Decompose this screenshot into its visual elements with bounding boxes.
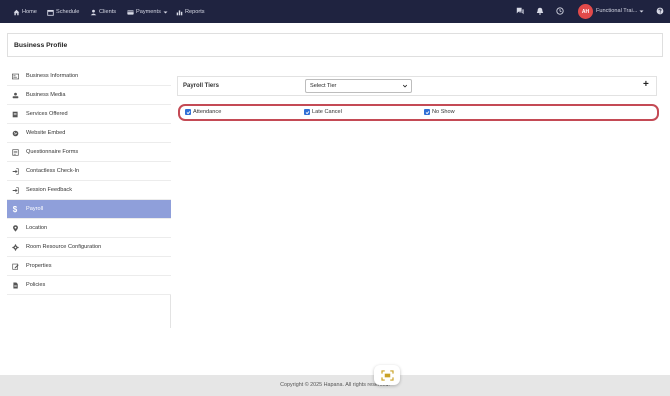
late-cancel-label: Late Cancel	[312, 109, 342, 115]
sidebar-item-services-offered[interactable]: Services Offered	[7, 105, 171, 124]
sidebar-item-label: Payroll	[26, 206, 44, 212]
sidebar-item-contactless-check-in[interactable]: Contactless Check-In	[7, 162, 171, 181]
tier-select-value: Select Tier	[310, 83, 337, 89]
bell-icon	[536, 7, 544, 15]
top-nav: Home Schedule Clients Payments Reports A…	[0, 0, 670, 23]
gear-icon	[11, 243, 19, 251]
sidebar-item-label: Location	[26, 225, 48, 231]
page-header: Business Profile	[7, 33, 663, 57]
credit-card-icon	[127, 9, 134, 15]
no-show-checkbox[interactable]: No Show	[424, 109, 455, 115]
sidebar-item-label: Business Information	[26, 73, 79, 79]
form-icon	[11, 148, 19, 156]
avatar[interactable]: AH	[578, 4, 593, 19]
attendance-checkbox[interactable]: Attendance	[185, 109, 221, 115]
nav-schedule[interactable]: Schedule	[47, 7, 79, 17]
no-show-label: No Show	[432, 109, 455, 115]
dollar-icon: $	[12, 204, 18, 214]
attendance-label: Attendance	[193, 109, 222, 115]
bar-chart-icon	[176, 9, 183, 15]
media-icon	[11, 91, 19, 99]
nav-schedule-label: Schedule	[56, 9, 80, 15]
checkbox-checked-icon	[424, 109, 430, 115]
calendar-icon	[47, 9, 54, 16]
sidebar-item-session-feedback[interactable]: Session Feedback	[7, 181, 171, 200]
checkbox-checked-icon	[304, 109, 310, 115]
nav-home-label: Home	[22, 9, 37, 15]
home-icon	[13, 9, 20, 15]
chat-button[interactable]	[515, 6, 525, 16]
floating-action-button[interactable]	[374, 365, 400, 385]
nav-clients-label: Clients	[99, 9, 117, 15]
nav-payments[interactable]: Payments	[127, 7, 168, 17]
edit-icon	[11, 262, 19, 270]
nav-payments-label: Payments	[136, 9, 161, 15]
notifications-button[interactable]	[535, 6, 545, 16]
user-name: Functional Trai...	[596, 8, 638, 14]
sidebar-item-room-resource-configuration[interactable]: Room Resource Configuration	[7, 238, 171, 257]
payroll-tiers-panel: Payroll Tiers Select Tier +	[177, 76, 657, 96]
copyright-text: Copyright © 2025 Hapana. All rights rese…	[280, 382, 390, 388]
list-icon	[11, 110, 19, 118]
globe-icon	[11, 129, 19, 137]
sidebar-item-label: Properties	[26, 263, 52, 269]
sidebar-item-location[interactable]: Location	[7, 219, 171, 238]
footer: Copyright © 2025 Hapana. All rights rese…	[0, 375, 670, 396]
settings-sidebar: Business Information Business Media Serv…	[7, 67, 171, 328]
nav-clients[interactable]: Clients	[90, 7, 116, 17]
payroll-tiers-label: Payroll Tiers	[183, 83, 219, 89]
chevron-down-icon	[163, 11, 168, 13]
sidebar-item-label: Questionnaire Forms	[26, 149, 79, 155]
nav-home[interactable]: Home	[13, 7, 37, 17]
chevron-down-icon	[402, 84, 408, 88]
sidebar-item-questionnaire-forms[interactable]: Questionnaire Forms	[7, 143, 171, 162]
sidebar-item-label: Business Media	[26, 92, 66, 98]
sidebar-item-label: Room Resource Configuration	[26, 244, 102, 250]
sidebar-item-label: Services Offered	[26, 111, 68, 117]
tier-select[interactable]: Select Tier	[305, 79, 412, 93]
sidebar-item-label: Session Feedback	[26, 187, 73, 193]
sidebar-item-label: Policies	[26, 282, 46, 288]
late-cancel-checkbox[interactable]: Late Cancel	[304, 109, 342, 115]
id-card-icon	[11, 72, 19, 80]
scan-icon	[380, 369, 394, 381]
sign-in-icon	[11, 167, 19, 175]
user-icon	[90, 9, 97, 15]
sidebar-item-policies[interactable]: Policies	[7, 276, 171, 295]
chat-icon	[516, 7, 524, 15]
sidebar-item-payroll[interactable]: $ Payroll	[7, 200, 171, 219]
nav-reports-label: Reports	[185, 9, 205, 15]
checkbox-checked-icon	[185, 109, 191, 115]
clock-button[interactable]	[555, 6, 565, 16]
sign-in-icon	[11, 186, 19, 194]
sidebar-item-business-information[interactable]: Business Information	[7, 67, 171, 86]
clock-icon	[556, 7, 564, 15]
help-icon	[656, 7, 664, 15]
page-title: Business Profile	[14, 42, 68, 49]
payroll-options-row: Attendance Late Cancel No Show	[178, 104, 659, 121]
help-button[interactable]	[655, 6, 665, 16]
sidebar-item-properties[interactable]: Properties	[7, 257, 171, 276]
sidebar-item-label: Website Embed	[26, 130, 66, 136]
map-pin-icon	[11, 224, 19, 232]
sidebar-item-business-media[interactable]: Business Media	[7, 86, 171, 105]
chevron-down-icon	[639, 10, 644, 12]
user-menu[interactable]: Functional Trai...	[596, 8, 644, 14]
sidebar-item-website-embed[interactable]: Website Embed	[7, 124, 171, 143]
add-tier-button[interactable]: +	[643, 79, 649, 91]
sidebar-item-label: Contactless Check-In	[26, 168, 80, 174]
nav-reports[interactable]: Reports	[176, 7, 205, 17]
document-icon	[11, 281, 19, 289]
